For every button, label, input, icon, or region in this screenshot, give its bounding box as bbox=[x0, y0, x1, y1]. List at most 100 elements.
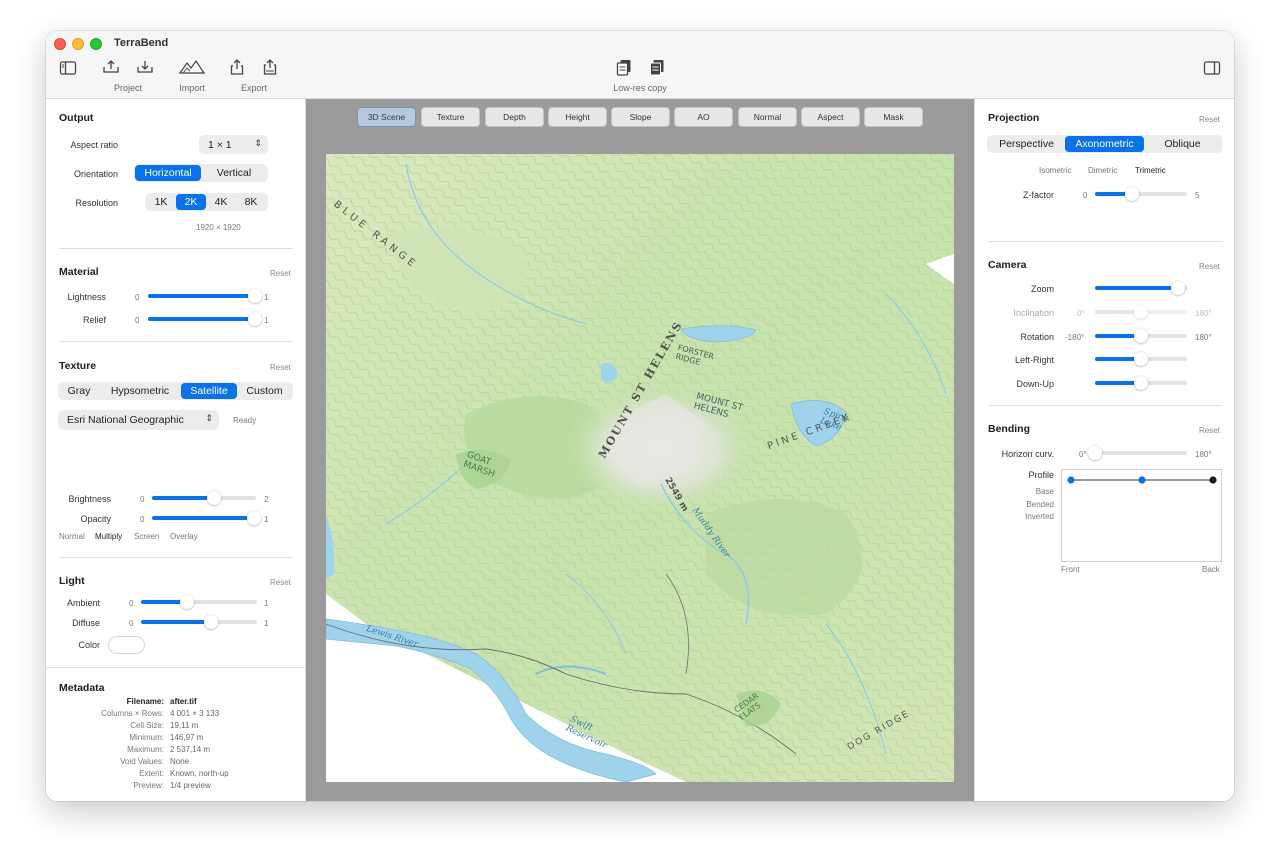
projection-mode-segmented: Perspective Axonometric Oblique bbox=[987, 135, 1222, 153]
orientation-label: Orientation bbox=[73, 169, 118, 179]
aspect-ratio-popup[interactable]: 1 × 1 ⇕ bbox=[199, 135, 268, 154]
submode-dimetric-option[interactable]: Dimetric bbox=[1088, 166, 1117, 175]
blend-normal-option[interactable]: Normal bbox=[59, 532, 85, 541]
projection-axonometric-option[interactable]: Axonometric bbox=[1065, 136, 1144, 152]
orientation-horizontal-option[interactable]: Horizontal bbox=[135, 165, 201, 181]
material-reset-button[interactable]: Reset bbox=[270, 269, 291, 278]
lightness-slider[interactable] bbox=[148, 289, 262, 303]
bending-reset-button[interactable]: Reset bbox=[1199, 426, 1220, 435]
resolution-label: Resolution bbox=[75, 198, 118, 208]
profile-bended-option[interactable]: Bended bbox=[975, 500, 1054, 509]
slider-knob[interactable] bbox=[207, 491, 222, 505]
inspector-toggle-button[interactable] bbox=[1198, 55, 1226, 81]
relief-slider[interactable] bbox=[148, 312, 262, 326]
tab-ao[interactable]: AO bbox=[674, 107, 733, 127]
texture-hypsometric-option[interactable]: Hypsometric bbox=[99, 383, 181, 399]
tab-3d-scene[interactable]: 3D Scene bbox=[357, 107, 416, 127]
opacity-slider[interactable] bbox=[152, 511, 261, 525]
blend-overlay-option[interactable]: Overlay bbox=[170, 532, 198, 541]
metadata-row: Extent: Known, north-up bbox=[46, 769, 306, 781]
slider-knob[interactable] bbox=[246, 511, 261, 525]
brightness-slider[interactable] bbox=[152, 491, 256, 505]
lowres-copy-button[interactable] bbox=[610, 54, 638, 80]
texture-gray-option[interactable]: Gray bbox=[59, 383, 99, 399]
metadata-key: Columns × Rows: bbox=[101, 709, 164, 718]
tab-mask[interactable]: Mask bbox=[864, 107, 923, 127]
ambient-slider[interactable] bbox=[141, 595, 257, 609]
down-up-slider[interactable] bbox=[1095, 376, 1187, 390]
slider-knob[interactable] bbox=[1134, 305, 1148, 319]
blend-multiply-option[interactable]: Multiply bbox=[95, 532, 122, 541]
slider-knob[interactable] bbox=[1134, 376, 1148, 390]
left-right-slider[interactable] bbox=[1095, 352, 1187, 366]
right-sidebar: Projection Reset Perspective Axonometric… bbox=[974, 99, 1234, 801]
profile-editor[interactable] bbox=[1061, 469, 1222, 562]
submode-trimetric-option[interactable]: Trimetric bbox=[1135, 166, 1166, 175]
texture-mode-segmented: Gray Hypsometric Satellite Custom bbox=[58, 382, 293, 400]
texture-satellite-option[interactable]: Satellite bbox=[181, 383, 237, 399]
resolution-1k-option[interactable]: 1K bbox=[146, 194, 176, 210]
project-save-button[interactable] bbox=[131, 54, 159, 80]
light-color-label: Color bbox=[78, 640, 100, 650]
slider-knob[interactable] bbox=[180, 595, 195, 609]
tab-slope[interactable]: Slope bbox=[611, 107, 670, 127]
tab-normal[interactable]: Normal bbox=[738, 107, 797, 127]
minimize-window-button[interactable] bbox=[72, 38, 84, 50]
projection-reset-button[interactable]: Reset bbox=[1199, 115, 1220, 124]
zoom-window-button[interactable] bbox=[90, 38, 102, 50]
slider-knob[interactable] bbox=[1088, 446, 1102, 460]
profile-point-back[interactable] bbox=[1209, 476, 1217, 484]
texture-reset-button[interactable]: Reset bbox=[270, 363, 291, 372]
metadata-value: 1/4 preview bbox=[170, 781, 211, 790]
slider-knob[interactable] bbox=[1134, 329, 1148, 343]
profile-point-middle[interactable] bbox=[1138, 476, 1146, 484]
project-open-button[interactable] bbox=[97, 54, 125, 80]
blend-screen-option[interactable]: Screen bbox=[134, 532, 159, 541]
profile-base-option[interactable]: Base bbox=[975, 487, 1054, 496]
projection-oblique-option[interactable]: Oblique bbox=[1144, 136, 1221, 152]
zoom-slider[interactable] bbox=[1095, 281, 1187, 295]
slider-knob[interactable] bbox=[1134, 352, 1148, 366]
sidebar-toggle-button[interactable] bbox=[54, 55, 82, 81]
tab-texture[interactable]: Texture bbox=[421, 107, 480, 127]
profile-point-front[interactable] bbox=[1067, 476, 1075, 484]
close-window-button[interactable] bbox=[54, 38, 66, 50]
slider-knob[interactable] bbox=[247, 312, 262, 326]
tab-aspect[interactable]: Aspect bbox=[801, 107, 860, 127]
tab-height[interactable]: Height bbox=[548, 107, 607, 127]
camera-reset-button[interactable]: Reset bbox=[1199, 262, 1220, 271]
resolution-8k-option[interactable]: 8K bbox=[236, 194, 266, 210]
texture-custom-option[interactable]: Custom bbox=[237, 383, 292, 399]
resolution-2k-option[interactable]: 2K bbox=[176, 194, 206, 210]
horizon-curv-slider[interactable] bbox=[1088, 446, 1187, 460]
diffuse-slider[interactable] bbox=[141, 615, 257, 629]
metadata-key: Preview: bbox=[133, 781, 164, 790]
projection-perspective-option[interactable]: Perspective bbox=[988, 136, 1065, 152]
tab-depth[interactable]: Depth bbox=[485, 107, 544, 127]
light-color-well[interactable] bbox=[108, 636, 145, 654]
slider-knob[interactable] bbox=[203, 615, 218, 629]
lowres-copy-label: Low-res copy bbox=[613, 83, 667, 93]
submode-isometric-option[interactable]: Isometric bbox=[1039, 166, 1071, 175]
resolution-4k-option[interactable]: 4K bbox=[206, 194, 236, 210]
lowres-copy-alt-button[interactable] bbox=[643, 54, 671, 80]
divider bbox=[59, 341, 293, 342]
slider-knob[interactable] bbox=[1124, 187, 1139, 201]
export-all-button[interactable] bbox=[256, 54, 284, 80]
rotation-slider[interactable] bbox=[1095, 329, 1187, 343]
share-stack-icon bbox=[263, 59, 277, 75]
zfactor-slider[interactable] bbox=[1095, 187, 1187, 201]
orientation-vertical-option[interactable]: Vertical bbox=[201, 165, 267, 181]
profile-inverted-option[interactable]: Inverted bbox=[975, 512, 1054, 521]
terrain-preview[interactable]: MOUNT ST HELENS MOUNT ST HELENS 2549 m M… bbox=[326, 154, 954, 782]
relief-min: 0 bbox=[135, 316, 140, 325]
light-reset-button[interactable]: Reset bbox=[270, 578, 291, 587]
texture-source-popup[interactable]: Esri National Geographic ⇕ bbox=[58, 410, 219, 430]
export-button[interactable] bbox=[223, 54, 251, 80]
import-terrain-button[interactable] bbox=[175, 54, 209, 80]
project-group-label: Project bbox=[113, 83, 142, 93]
slider-knob[interactable] bbox=[1170, 281, 1185, 295]
metadata-key: Void Values: bbox=[120, 757, 164, 766]
slider-knob[interactable] bbox=[247, 289, 262, 303]
inclination-slider[interactable] bbox=[1095, 305, 1187, 319]
